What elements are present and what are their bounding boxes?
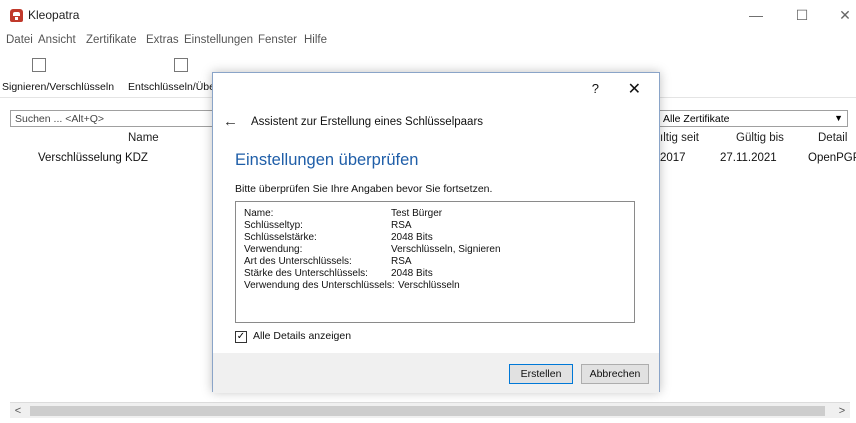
menu-fenster[interactable]: Fenster [258, 34, 297, 46]
scroll-right-icon[interactable]: > [834, 403, 850, 419]
help-button[interactable]: ? [592, 81, 599, 96]
detail-value: RSA [391, 256, 412, 267]
back-arrow-icon[interactable]: ← [223, 113, 238, 130]
create-button[interactable]: Erstellen [509, 364, 573, 384]
table-row-valid-from: 2017 [660, 152, 686, 164]
table-row-details: OpenPGP [808, 152, 856, 164]
table-row-valid-until: 27.11.2021 [720, 152, 777, 164]
menu-einstellungen[interactable]: Einstellungen [184, 34, 253, 46]
menu-bar: Datei Ansicht Zertifikate Extras Einstel… [0, 30, 856, 52]
menu-zertifikate[interactable]: Zertifikate [86, 34, 137, 46]
menu-ansicht[interactable]: Ansicht [38, 34, 76, 46]
dialog-close-icon[interactable]: ✕ [628, 79, 641, 99]
dialog-title: Assistent zur Erstellung eines Schlüssel… [251, 116, 484, 128]
sign-encrypt-icon [32, 58, 46, 72]
horizontal-scrollbar[interactable]: < > [10, 402, 850, 418]
show-all-details-checkbox[interactable]: ✓ [235, 331, 247, 343]
detail-key: Verwendung: [244, 244, 303, 255]
detail-key: Schlüsseltyp: [244, 220, 303, 231]
dialog-header: ← Assistent zur Erstellung eines Schlüss… [213, 105, 659, 143]
keypair-wizard-dialog: ? ✕ ← Assistent zur Erstellung eines Sch… [212, 72, 660, 393]
detail-key: Art des Unterschlüssels: [244, 256, 352, 267]
column-header-valid-from[interactable]: ıltig seit [660, 132, 699, 144]
column-header-details[interactable]: Detail [818, 132, 847, 144]
certificate-filter-select[interactable]: Alle Zertifikate ▼ [658, 110, 848, 127]
dialog-body: Einstellungen überprüfen Bitte überprüfe… [213, 143, 659, 353]
page-heading: Einstellungen überprüfen [235, 151, 419, 169]
detail-value: RSA [391, 220, 412, 231]
column-header-name[interactable]: Name [128, 132, 159, 144]
decrypt-verify-icon [174, 58, 188, 72]
cancel-button[interactable]: Abbrechen [581, 364, 649, 384]
maximize-icon[interactable]: ☐ [782, 4, 822, 26]
dialog-titlebar: ? ✕ [213, 73, 659, 105]
detail-key: Schlüsselstärke: [244, 232, 317, 243]
window-titlebar: Kleopatra — ☐ ✕ [0, 0, 856, 30]
detail-key: Verwendung des Unterschlüssels: [244, 280, 395, 291]
show-all-details-label[interactable]: Alle Details anzeigen [253, 330, 351, 342]
close-window-icon[interactable]: ✕ [825, 4, 856, 26]
intro-text: Bitte überprüfen Sie Ihre Angaben bevor … [235, 183, 493, 195]
scroll-left-icon[interactable]: < [10, 403, 26, 419]
sign-encrypt-label: Signieren/Verschlüsseln [2, 81, 115, 93]
detail-value: Verschlüsseln [398, 280, 460, 291]
scrollbar-thumb[interactable] [30, 406, 825, 416]
menu-extras[interactable]: Extras [146, 34, 179, 46]
filter-value: Alle Zertifikate [663, 113, 730, 125]
detail-value: Verschlüsseln, Signieren [391, 244, 501, 255]
kleopatra-logo-icon [10, 9, 23, 22]
detail-key: Name: [244, 208, 274, 219]
detail-value: Test Bürger [391, 208, 443, 219]
chevron-down-icon: ▼ [834, 113, 843, 123]
column-header-valid-until[interactable]: Gültig bis [736, 132, 784, 144]
search-input[interactable]: Suchen ... <Alt+Q> [10, 110, 220, 127]
window-title: Kleopatra [28, 8, 80, 22]
table-row-name[interactable]: Verschlüsselung KDZ [38, 152, 148, 164]
detail-key: Stärke des Unterschlüssels: [244, 268, 368, 279]
menu-hilfe[interactable]: Hilfe [304, 34, 327, 46]
detail-value: 2048 Bits [391, 268, 433, 279]
menu-datei[interactable]: Datei [6, 34, 33, 46]
details-box: Name: Test Bürger Schlüsseltyp: RSA Schl… [235, 201, 635, 323]
decrypt-verify-label: Entschlüsseln/Überp [128, 81, 225, 93]
minimize-icon[interactable]: — [736, 4, 776, 26]
detail-value: 2048 Bits [391, 232, 433, 243]
dialog-footer: Erstellen Abbrechen [213, 353, 659, 393]
